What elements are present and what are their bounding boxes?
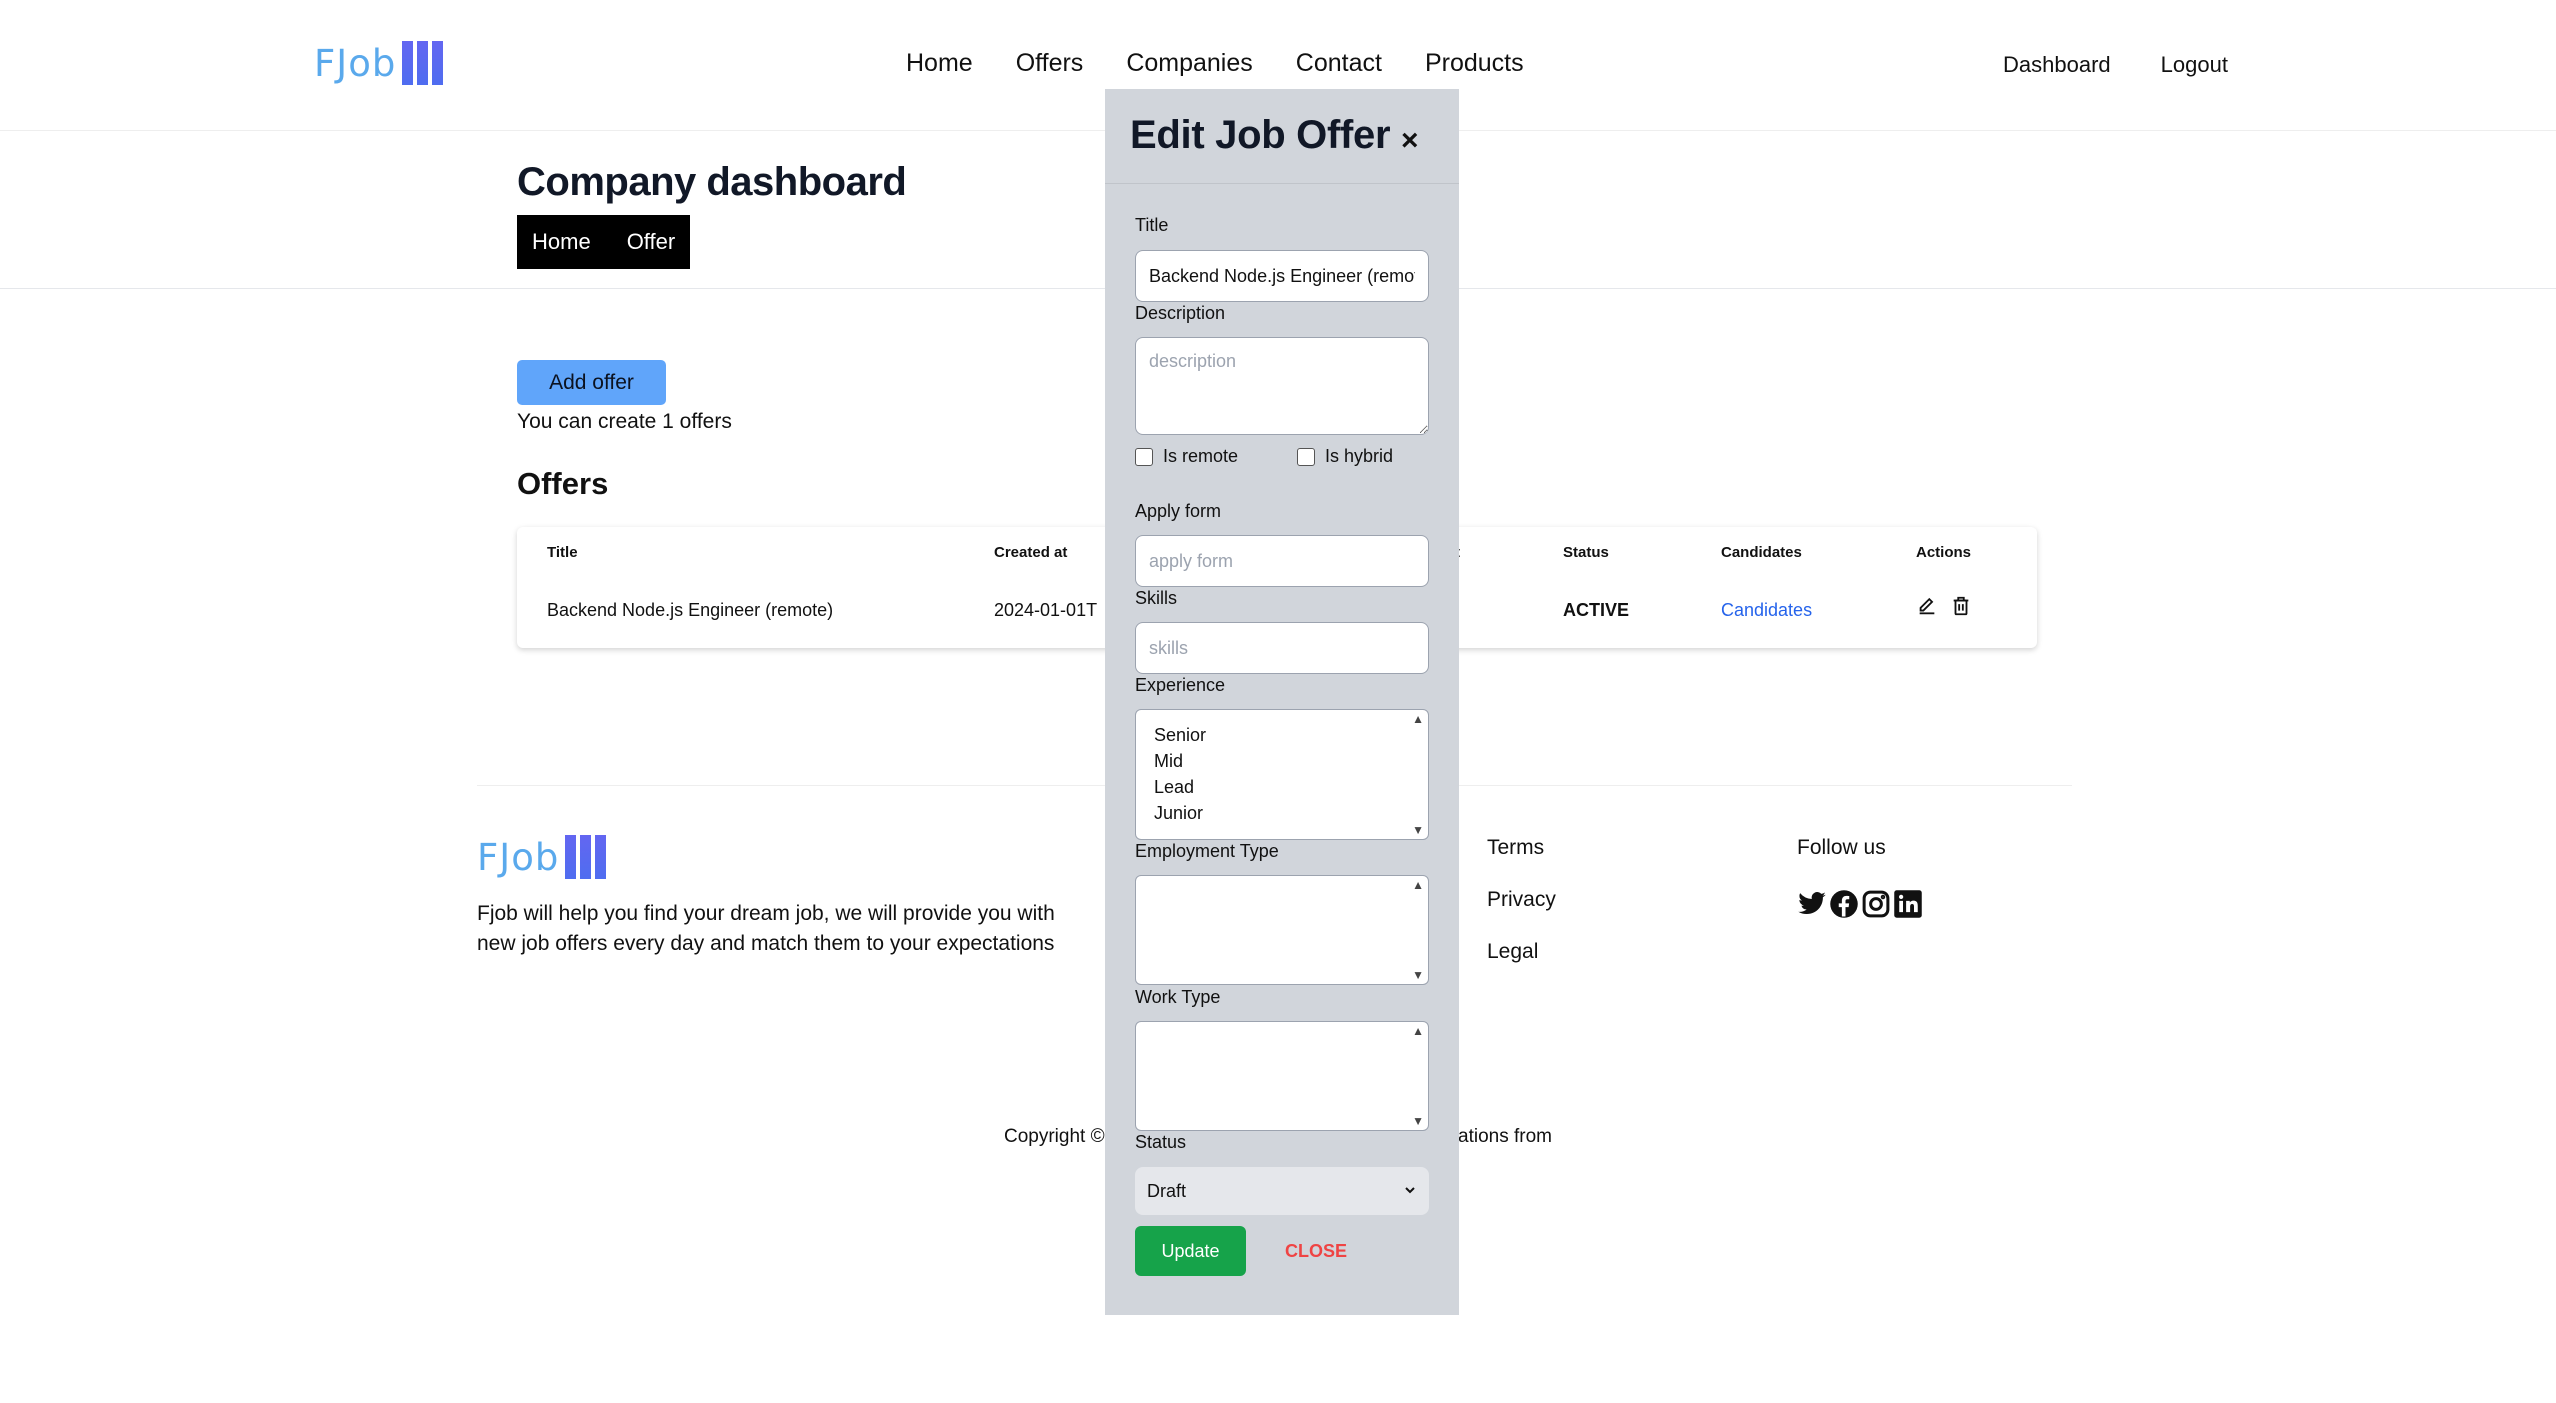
follow-us-label: Follow us (1797, 836, 1886, 859)
column-header-title: Title (547, 544, 578, 561)
title-label: Title (1135, 215, 1169, 235)
chevron-down-icon (1403, 1181, 1417, 1202)
nav-offers[interactable]: Offers (1016, 49, 1084, 78)
footer-logo-text: FJob (477, 835, 560, 879)
apply-form-input[interactable] (1135, 535, 1429, 587)
facebook-icon[interactable] (1829, 889, 1859, 924)
column-header-status: Status (1563, 544, 1609, 561)
logo-bars-icon (565, 835, 607, 879)
scroll-down-icon[interactable]: ▼ (1412, 968, 1424, 982)
nav-logout[interactable]: Logout (2161, 52, 2228, 78)
footer-link-privacy[interactable]: Privacy (1487, 888, 1556, 912)
skills-label: Skills (1135, 588, 1178, 608)
footer-logo[interactable]: FJob (477, 835, 607, 879)
copyright-text-tail: ations from (1458, 1126, 1552, 1147)
experience-option-junior[interactable]: Junior (1154, 800, 1410, 826)
experience-option-mid[interactable]: Mid (1154, 748, 1410, 774)
trash-icon[interactable] (1950, 595, 1972, 622)
add-offer-button[interactable]: Add offer (517, 360, 666, 405)
experience-option-lead[interactable]: Lead (1154, 774, 1410, 800)
scroll-up-icon[interactable]: ▲ (1412, 878, 1424, 892)
linkedin-icon[interactable] (1893, 889, 1923, 924)
status-select-value: Draft (1147, 1180, 1187, 1201)
nav-dashboard[interactable]: Dashboard (2003, 52, 2111, 78)
description-label: Description (1135, 303, 1226, 323)
work-type-listbox[interactable]: ▲ ▼ (1135, 1021, 1429, 1131)
status-badge: ACTIVE (1563, 600, 1630, 620)
cell-created-at: 2024-01-01T (994, 600, 1098, 620)
employment-type-listbox[interactable]: ▲ ▼ (1135, 875, 1429, 985)
scroll-up-icon[interactable]: ▲ (1412, 1024, 1424, 1038)
footer-link-terms[interactable]: Terms (1487, 836, 1556, 860)
scroll-up-icon[interactable]: ▲ (1412, 712, 1424, 726)
is-hybrid-checkbox[interactable] (1297, 447, 1315, 466)
experience-listbox[interactable]: Senior Mid Lead Junior ▲ ▼ (1135, 709, 1429, 840)
twitter-icon[interactable] (1797, 889, 1827, 924)
scroll-down-icon[interactable]: ▼ (1412, 823, 1424, 837)
nav-contact[interactable]: Contact (1296, 49, 1382, 78)
offer-quota-note: You can create 1 offers (517, 410, 732, 433)
subnav-home[interactable]: Home (532, 229, 591, 255)
logo-bars-icon (402, 41, 444, 85)
apply-form-label: Apply form (1135, 501, 1222, 521)
experience-option-senior[interactable]: Senior (1154, 722, 1410, 748)
close-icon[interactable]: × (1401, 124, 1419, 158)
scroll-down-icon[interactable]: ▼ (1412, 1114, 1424, 1128)
is-remote-option: Is remote (1135, 446, 1238, 467)
footer-description: Fjob will help you find your dream job, … (477, 902, 1055, 955)
logo-text: FJob (314, 41, 397, 85)
is-hybrid-label: Is hybrid (1325, 446, 1394, 466)
candidates-link[interactable]: Candidates (1721, 600, 1812, 621)
column-header-created-at: Created at (994, 544, 1068, 561)
title-input[interactable] (1135, 250, 1429, 302)
employment-type-label: Employment Type (1135, 841, 1279, 861)
cell-title: Backend Node.js Engineer (remote) (547, 600, 834, 620)
is-remote-checkbox[interactable] (1135, 447, 1153, 466)
work-type-label: Work Type (1135, 987, 1221, 1007)
experience-label: Experience (1135, 675, 1226, 695)
nav-companies[interactable]: Companies (1126, 49, 1252, 78)
is-remote-label: Is remote (1163, 446, 1239, 466)
experience-options: Senior Mid Lead Junior (1136, 710, 1428, 838)
row-actions (1916, 595, 1972, 622)
site-logo[interactable]: FJob (314, 41, 444, 85)
nav-products[interactable]: Products (1425, 49, 1524, 78)
column-header-candidates: Candidates (1721, 544, 1802, 561)
social-links (1797, 889, 1923, 924)
update-button[interactable]: Update (1135, 1226, 1246, 1276)
page-title: Company dashboard (517, 160, 907, 204)
dashboard-subnav: Home Offer (517, 215, 691, 269)
edit-icon[interactable] (1916, 595, 1938, 622)
footer-links: Terms Privacy Legal (1487, 836, 1556, 992)
offers-heading: Offers (517, 466, 609, 501)
instagram-icon[interactable] (1861, 889, 1891, 924)
subnav-offer[interactable]: Offer (627, 229, 676, 255)
modal-header: Edit Job Offer × (1105, 89, 1459, 184)
description-textarea[interactable] (1135, 337, 1429, 435)
skills-input[interactable] (1135, 622, 1429, 674)
footer-link-legal[interactable]: Legal (1487, 940, 1556, 964)
close-button[interactable]: CLOSE (1285, 1241, 1347, 1262)
is-hybrid-option: Is hybrid (1297, 446, 1393, 467)
edit-job-offer-modal: Edit Job Offer × Title Description Is re… (1105, 89, 1459, 1315)
main-nav: Home Offers Companies Contact Products (906, 49, 1567, 78)
status-label: Status (1135, 1132, 1187, 1152)
nav-home[interactable]: Home (906, 49, 973, 78)
column-header-actions: Actions (1916, 544, 1972, 561)
copyright-text: Copyright © (1004, 1126, 1105, 1147)
user-nav: Dashboard Logout (2003, 52, 2278, 78)
status-select[interactable]: Draft (1135, 1167, 1429, 1215)
modal-title: Edit Job Offer (1130, 113, 1391, 157)
